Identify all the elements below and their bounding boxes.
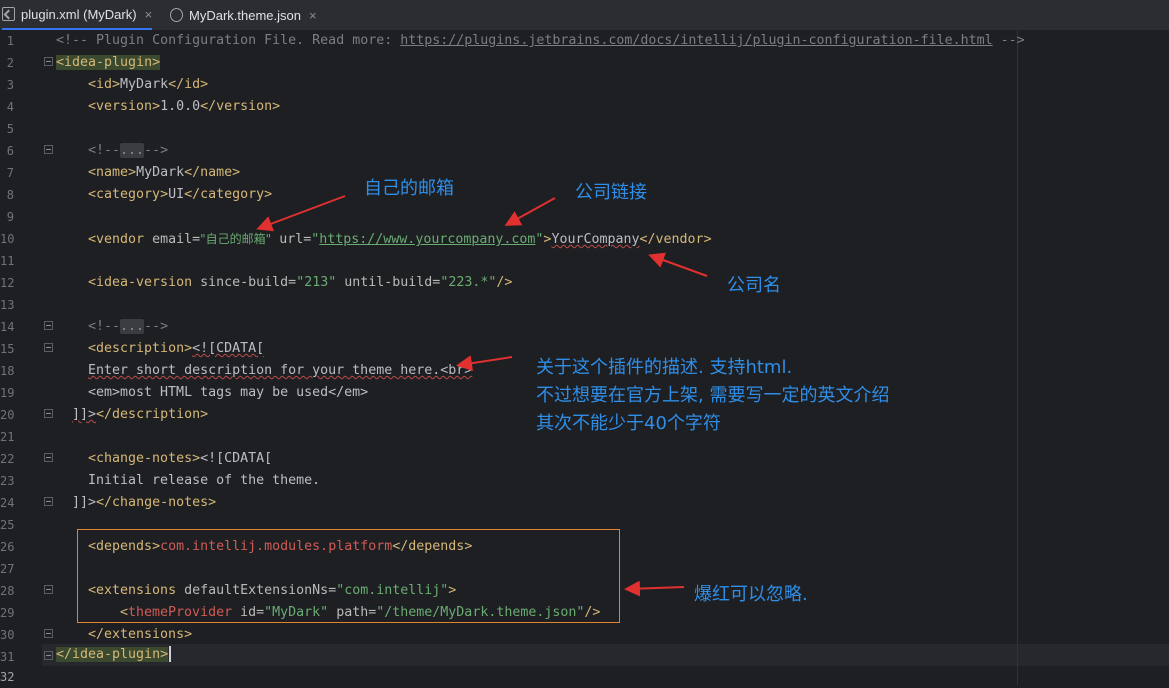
tag-name: version — [216, 99, 273, 114]
annotation-email: 自己的邮箱 — [364, 178, 454, 199]
code-line-20: <em>most HTML tags may be used</em> — [88, 385, 369, 400]
cdata-open: <![CDATA[ — [192, 341, 265, 356]
tab-theme-json[interactable]: MyDark.theme.json × — [170, 0, 317, 30]
attr-value: "223.*" — [440, 275, 497, 290]
tab-plugin-xml[interactable]: plugin.xml (MyDark) × — [2, 0, 153, 30]
annotation-company-name: 公司名 — [727, 275, 781, 296]
cdata-close: ]]> — [72, 495, 97, 510]
tag-value: MyDark — [120, 77, 169, 92]
code-line-7: <name>MyDark</name> — [88, 165, 241, 180]
code-line-1: <!-- Plugin Configuration File. Read mor… — [56, 30, 1025, 52]
tag-value: 1.0.0 — [160, 99, 201, 114]
folded-region[interactable]: ... — [120, 319, 145, 334]
docs-link[interactable]: https://plugins.jetbrains.com/docs/intel… — [400, 33, 992, 48]
tag-name: version — [96, 99, 153, 114]
tag-name: idea-plugin — [72, 647, 161, 662]
code-line-13: <idea-version since-build="213" until-bu… — [88, 275, 513, 290]
attr-name: url — [279, 232, 304, 247]
code-line-6: <!--...--> — [88, 140, 168, 162]
tag-name: idea-plugin — [64, 55, 153, 70]
tag-name: category — [200, 187, 265, 202]
attr-name: until-build — [344, 275, 433, 290]
folded-region[interactable]: ... — [120, 143, 145, 158]
code-line-24: Initial release of the theme. — [88, 473, 321, 488]
text-caret — [169, 646, 172, 662]
editor-tab-bar: plugin.xml (MyDark) × MyDark.theme.json … — [0, 0, 1169, 31]
tab-label: plugin.xml (MyDark) — [21, 6, 137, 22]
tag-value: MyDark — [136, 165, 185, 180]
fold-toggle-icon[interactable] — [44, 651, 53, 660]
code-line-4: <version>1.0.0</version> — [88, 99, 281, 114]
code-line-23: <change-notes><![CDATA[ — [88, 451, 273, 466]
close-icon[interactable]: × — [309, 8, 317, 23]
fold-toggle-icon[interactable] — [44, 497, 53, 506]
attr-name: email — [152, 232, 193, 247]
fold-toggle-icon[interactable] — [44, 585, 53, 594]
tag-name: description — [112, 407, 201, 422]
vendor-url-link[interactable]: https://www.yourcompany.com — [319, 232, 535, 247]
annotation-description-1: 关于这个插件的描述. 支持html. — [536, 357, 793, 378]
comment-close: --> — [144, 319, 169, 334]
highlight-box — [77, 529, 620, 623]
tab-label: MyDark.theme.json — [189, 7, 301, 23]
tag-name: description — [96, 341, 185, 356]
comment-text: --> — [992, 33, 1025, 48]
comment-close: --> — [144, 143, 169, 158]
code-line-8: <category>UI</category> — [88, 187, 273, 202]
fold-toggle-icon[interactable] — [44, 629, 53, 638]
annotation-description-2: 不过想要在官方上架, 需要写一定的英文介绍 — [536, 385, 890, 406]
fold-toggle-icon[interactable] — [44, 409, 53, 418]
tag-name: change-notes — [112, 495, 209, 510]
comment-text: <!-- Plugin Configuration File. Read mor… — [56, 33, 401, 48]
fold-toggle-icon[interactable] — [44, 453, 53, 462]
vendor-name: YourCompany — [551, 232, 640, 247]
tag-name: extensions — [104, 627, 185, 642]
code-line-25: ]]></change-notes> — [72, 495, 217, 510]
json-file-icon — [170, 8, 183, 22]
tag-name: category — [96, 187, 161, 202]
tag-name: name — [96, 165, 129, 180]
fold-toggle-icon[interactable] — [44, 343, 53, 352]
code-line-2: <idea-plugin> — [56, 55, 161, 70]
tag-name: name — [200, 165, 233, 180]
code-line-21: ]]></description> — [72, 407, 209, 422]
code-line-18: <description><![CDATA[ — [88, 341, 265, 356]
tag-name: idea-version — [96, 275, 193, 290]
tag-name: vendor — [96, 232, 145, 247]
close-icon[interactable]: × — [145, 7, 153, 22]
tag-name: id — [184, 77, 201, 92]
cdata-close: ]]> — [72, 407, 97, 422]
xml-file-icon — [2, 7, 15, 21]
code-line-11: <vendor email="自己的邮箱" url="https://www.y… — [88, 232, 712, 247]
comment-open: <!-- — [88, 319, 121, 334]
code-line-31: </extensions> — [88, 627, 193, 642]
annotation-description-3: 其次不能少于40个字符 — [536, 413, 721, 434]
comment-open: <!-- — [88, 143, 121, 158]
code-line-15: <!--...--> — [88, 316, 168, 338]
fold-toggle-icon[interactable] — [44, 321, 53, 330]
fold-toggle-icon[interactable] — [44, 145, 53, 154]
tag-name: id — [96, 77, 113, 92]
code-line-19: Enter short description for your theme h… — [88, 363, 473, 378]
tag-value: UI — [168, 187, 185, 202]
attr-value: "213" — [296, 275, 337, 290]
fold-toggle-icon[interactable] — [44, 57, 53, 66]
code-line-32: </idea-plugin> — [56, 644, 172, 666]
cdata-open: <![CDATA[ — [200, 451, 273, 466]
annotation-ignore-red: 爆红可以忽略. — [694, 584, 808, 605]
attr-name: since-build — [200, 275, 289, 290]
tag-name: change-notes — [96, 451, 193, 466]
attr-value-email: "自己的邮箱" — [200, 232, 272, 246]
tag-name: vendor — [655, 232, 704, 247]
code-line-3: <id>MyDark</id> — [88, 77, 209, 92]
annotation-company-link: 公司链接 — [575, 182, 647, 203]
